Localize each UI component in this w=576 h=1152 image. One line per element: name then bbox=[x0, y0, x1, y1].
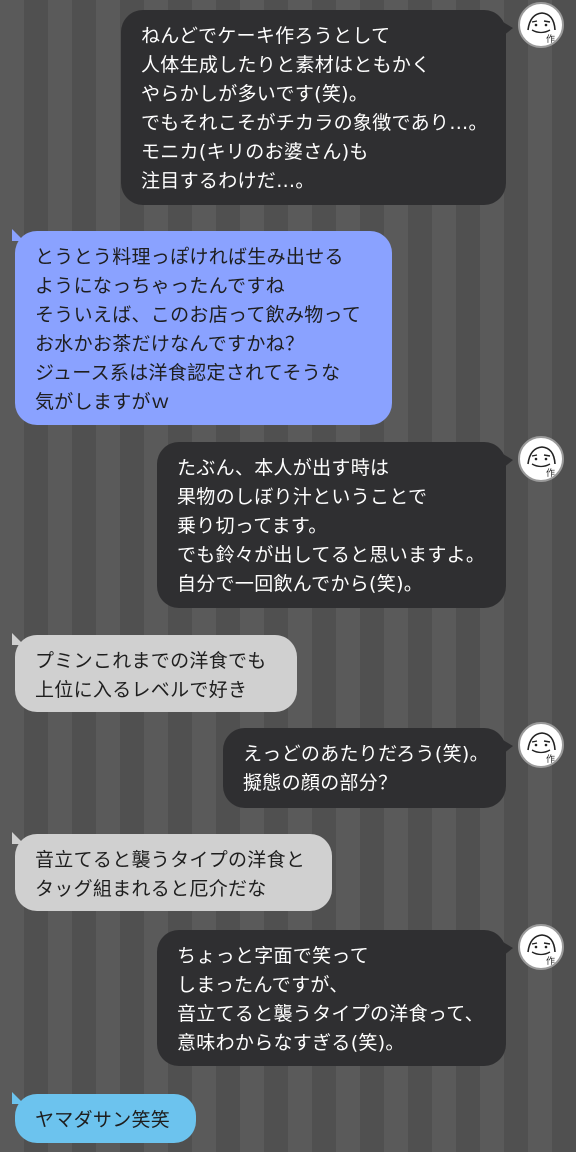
message-line: そういえば、このお店って飲み物って bbox=[35, 304, 362, 326]
message-bubble: とうとう料理っぽければ生み出せる ようになっちゃったんですね そういえば、このお… bbox=[12, 229, 392, 425]
message-line: タッグ組まれると厄介だな bbox=[35, 878, 267, 900]
author-face-icon: 作 bbox=[527, 732, 556, 765]
message-line: プミンこれまでの洋食でも bbox=[35, 650, 267, 672]
message-line: 気がしますがｗ bbox=[35, 391, 171, 413]
message-line: ねんどでケーキ作ろうとして bbox=[141, 25, 391, 47]
message-line: でも鈴々が出してると思いますよ。 bbox=[177, 544, 486, 566]
message-line: 擬態の顔の部分？ bbox=[243, 772, 398, 794]
message-line: やらかしが多いです(笑)。 bbox=[141, 83, 369, 105]
message-line: とうとう料理っぽければ生み出せる bbox=[35, 246, 344, 268]
message-line: ジュース系は洋食認定されてそうな bbox=[35, 362, 341, 384]
author-face-icon: 作 bbox=[527, 446, 556, 479]
message-line: 音立てると襲うタイプの洋食と bbox=[35, 849, 306, 871]
message-bubble: プミンこれまでの洋食でも 上位に入るレベルで好き bbox=[12, 633, 297, 712]
svg-text:作: 作 bbox=[546, 467, 555, 479]
message-line: 意味わからなすぎる(笑)。 bbox=[177, 1032, 405, 1054]
message-bubble: ちょっと字面で笑って しまったんですが、 音立てると襲うタイプの洋食って、 意味… bbox=[157, 930, 513, 1066]
message-line: 果物のしぼり汁ということで bbox=[177, 486, 428, 508]
svg-text:作: 作 bbox=[546, 753, 555, 765]
message-line: えっどのあたりだろう(笑)。 bbox=[243, 743, 489, 765]
message-line: 注目するわけだ…。 bbox=[141, 170, 315, 192]
author-avatar[interactable]: 作 bbox=[518, 924, 564, 970]
message-line: たぶん、本人が出す時は bbox=[177, 457, 390, 479]
message-line: しまったんですが、 bbox=[177, 974, 349, 996]
author-face-icon: 作 bbox=[527, 934, 556, 967]
message-line: お水かお茶だけなんですかね？ bbox=[35, 333, 305, 355]
message-bubble: 音立てると襲うタイプの洋食と タッグ組まれると厄介だな bbox=[12, 832, 332, 911]
message-line: 乗り切ってます。 bbox=[177, 515, 328, 537]
author-face-icon: 作 bbox=[527, 12, 556, 45]
message-line: ヤマダサン笑笑 bbox=[35, 1109, 171, 1131]
message-line: ようになっちゃったんですね bbox=[35, 275, 285, 297]
message-bubble: たぶん、本人が出す時は 果物のしぼり汁ということで 乗り切ってます。 でも鈴々が… bbox=[157, 442, 513, 608]
message-line: 人体生成したりと素材はともかく bbox=[141, 54, 431, 76]
message-bubble: ヤマダサン笑笑 bbox=[12, 1092, 196, 1143]
author-avatar[interactable]: 作 bbox=[518, 2, 564, 48]
author-avatar[interactable]: 作 bbox=[518, 722, 564, 768]
svg-text:作: 作 bbox=[546, 33, 555, 45]
author-avatar[interactable]: 作 bbox=[518, 436, 564, 482]
message-bubble: えっどのあたりだろう(笑)。 擬態の顔の部分？ bbox=[223, 728, 513, 808]
message-line: でもそれこそがチカラの象徴であり…。 bbox=[141, 112, 488, 134]
message-line: 音立てると襲うタイプの洋食って、 bbox=[177, 1003, 484, 1025]
message-line: ちょっと字面で笑って bbox=[177, 945, 370, 967]
svg-text:作: 作 bbox=[546, 955, 555, 967]
message-line: 自分で一回飲んでから(笑)。 bbox=[177, 573, 424, 595]
message-bubble: ねんどでケーキ作ろうとして 人体生成したりと素材はともかく やらかしが多いです(… bbox=[121, 10, 513, 205]
message-line: 上位に入るレベルで好き bbox=[35, 679, 248, 701]
message-line: モニカ(キリのお婆さん)も bbox=[141, 141, 369, 163]
